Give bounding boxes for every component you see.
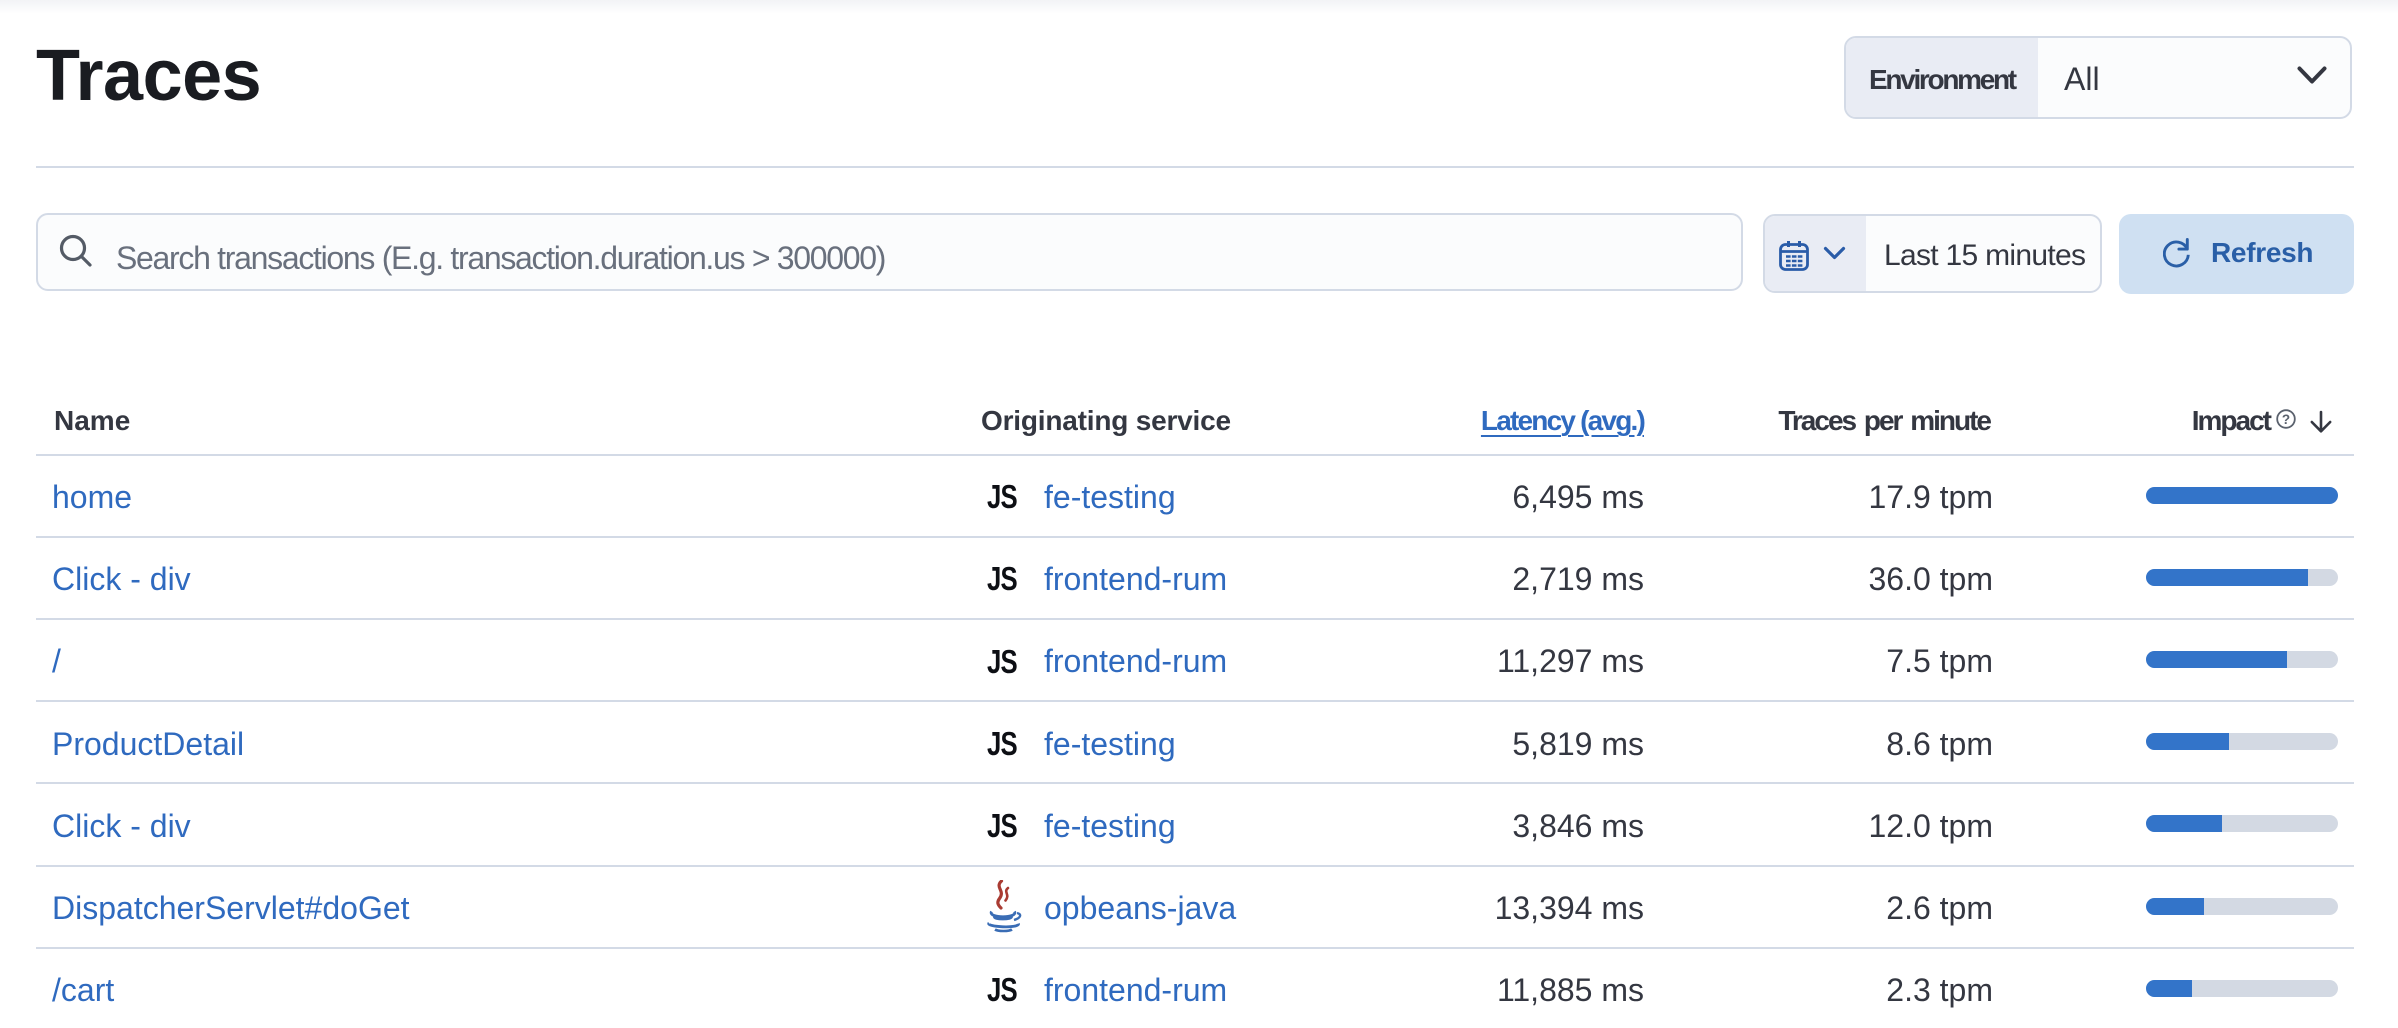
svg-text:?: ? <box>2282 412 2290 427</box>
